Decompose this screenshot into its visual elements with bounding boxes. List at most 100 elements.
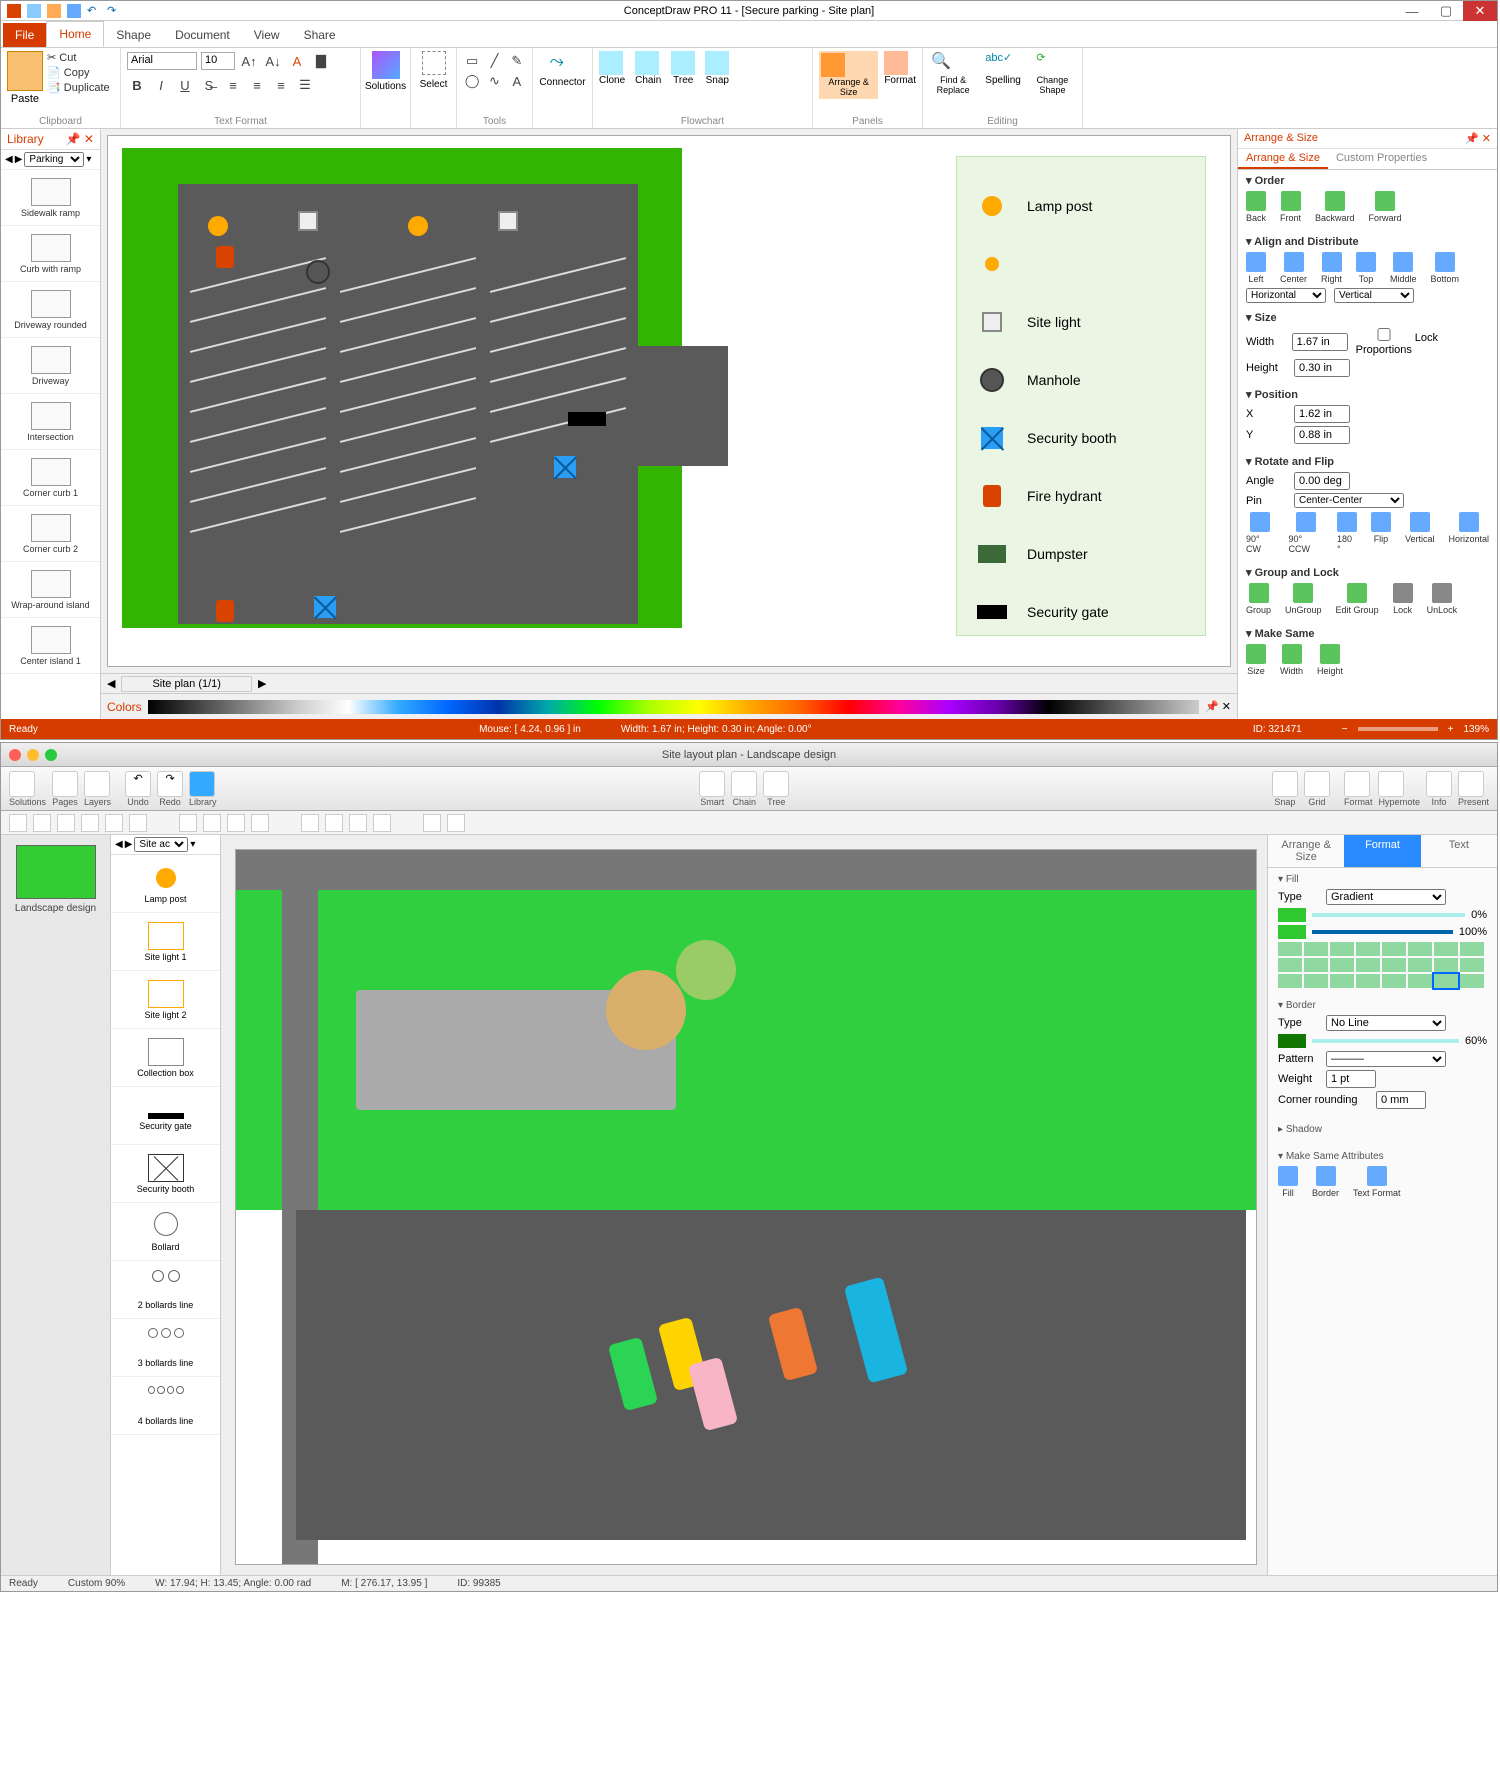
flip-vert-button[interactable]: Vertical (1405, 512, 1435, 554)
order-back-button[interactable]: Back (1246, 191, 1266, 223)
connector-tool[interactable] (179, 814, 197, 832)
same-width-button[interactable]: Width (1280, 644, 1303, 676)
solutions-button[interactable] (9, 771, 35, 797)
order-front-button[interactable]: Front (1280, 191, 1301, 223)
chain-button[interactable] (731, 771, 757, 797)
spelling-icon[interactable]: abc✓ (985, 51, 1009, 75)
font-size[interactable]: 10 (201, 52, 235, 70)
bullets-icon[interactable]: ☰ (295, 75, 315, 95)
mac-canvas[interactable] (221, 835, 1267, 1575)
info-button[interactable] (1426, 771, 1452, 797)
page-prev-icon[interactable]: ◀ (107, 677, 115, 690)
mac-library-selector[interactable]: Site ac... (134, 837, 188, 852)
select-icon[interactable] (422, 51, 446, 75)
italic-icon[interactable]: I (151, 75, 171, 95)
distribute-tool[interactable] (227, 814, 245, 832)
mac-close-icon[interactable] (9, 749, 21, 761)
align-middle-button[interactable]: Middle (1390, 252, 1417, 284)
font-select[interactable]: Arial (127, 52, 197, 70)
pencil-icon[interactable]: ✎ (508, 51, 526, 71)
align-bottom-button[interactable]: Bottom (1431, 252, 1460, 284)
tab-arrange-size[interactable]: Arrange & Size (1268, 835, 1344, 867)
mac-minimize-icon[interactable] (27, 749, 39, 761)
distribute-vert-select[interactable]: Vertical (1334, 288, 1414, 303)
rotate-180-button[interactable]: 180 ° (1337, 512, 1357, 554)
fit-tool[interactable] (349, 814, 367, 832)
lamp-post-obj[interactable] (208, 216, 228, 236)
align-top-button[interactable]: Top (1356, 252, 1376, 284)
change-shape-icon[interactable]: ⟳ (1029, 51, 1053, 75)
lib-next-icon[interactable]: ▶ (15, 154, 23, 165)
redo-icon[interactable]: ↷ (107, 4, 121, 18)
clone-icon[interactable] (599, 51, 623, 75)
zoom-in-tool[interactable] (325, 814, 343, 832)
panel-pin-icon[interactable]: 📌 ✕ (1465, 132, 1491, 145)
lib-site-light-1[interactable]: Site light 1 (111, 913, 220, 971)
grow-font-icon[interactable]: A↑ (239, 51, 259, 71)
new-icon[interactable] (27, 4, 41, 18)
tree-icon[interactable] (671, 51, 695, 75)
angle-input[interactable] (1294, 472, 1350, 490)
tree-button[interactable] (763, 771, 789, 797)
present-button[interactable] (1458, 771, 1484, 797)
align-center-button[interactable]: Center (1280, 252, 1307, 284)
fill-color-2[interactable] (1278, 925, 1306, 939)
arrange-size-icon[interactable] (821, 53, 845, 77)
highlight-icon[interactable]: ▇ (311, 51, 331, 71)
tab-view[interactable]: View (242, 23, 292, 47)
same-border-button[interactable]: Border (1312, 1166, 1339, 1198)
align-right-button[interactable]: Right (1321, 252, 1342, 284)
chain-icon[interactable] (635, 51, 659, 75)
gate-obj[interactable] (568, 412, 606, 426)
lock-button[interactable]: Lock (1393, 583, 1413, 615)
tab-file[interactable]: File (3, 23, 46, 47)
hypernote-button[interactable] (1378, 771, 1404, 797)
site-light-obj[interactable] (298, 211, 318, 231)
lib-item-corner-curb-1[interactable]: Corner curb 1 (1, 450, 100, 506)
lib-item-driveway-rounded[interactable]: Driveway rounded (1, 282, 100, 338)
pattern-select[interactable]: ——— (1326, 1051, 1446, 1067)
distribute-horiz-select[interactable]: Horizontal (1246, 288, 1326, 303)
curve-icon[interactable]: ∿ (485, 71, 503, 91)
order-backward-button[interactable]: Backward (1315, 191, 1355, 223)
fill-color-1[interactable] (1278, 908, 1306, 922)
same-text-button[interactable]: Text Format (1353, 1166, 1401, 1198)
lib-3-bollards[interactable]: 3 bollards line (111, 1319, 220, 1377)
library-button[interactable] (189, 771, 215, 797)
format-icon[interactable] (884, 51, 908, 75)
tab-shape[interactable]: Shape (104, 23, 163, 47)
copy-button[interactable]: 📄 Copy (47, 66, 110, 79)
same-size-button[interactable]: Size (1246, 644, 1266, 676)
order-forward-button[interactable]: Forward (1369, 191, 1402, 223)
group-tool[interactable] (251, 814, 269, 832)
site-light-obj[interactable] (498, 211, 518, 231)
border-type-select[interactable]: No Line (1326, 1015, 1446, 1031)
ellipse-icon[interactable]: ◯ (463, 71, 481, 91)
rotate-ccw-button[interactable]: 90° CCW (1289, 512, 1323, 554)
tab-text[interactable]: Text (1421, 835, 1497, 867)
lib-bollard[interactable]: Bollard (111, 1203, 220, 1261)
colors-pin-icon[interactable]: 📌 ✕ (1205, 700, 1231, 713)
pan-tool[interactable] (373, 814, 391, 832)
lib-item-curb-with-ramp[interactable]: Curb with ramp (1, 226, 100, 282)
manhole-obj[interactable] (306, 260, 330, 284)
ungroup-button[interactable]: UnGroup (1285, 583, 1322, 615)
weight-input[interactable] (1326, 1070, 1376, 1088)
page-thumbnail[interactable] (16, 845, 96, 899)
align-right-icon[interactable]: ≡ (271, 75, 291, 95)
rect-tool-icon[interactable]: ▭ (463, 51, 481, 71)
lib-item-intersection[interactable]: Intersection (1, 394, 100, 450)
redo-button[interactable]: ↷ (157, 771, 183, 797)
undo-button[interactable]: ↶ (125, 771, 151, 797)
flip-button[interactable]: Flip (1371, 512, 1391, 554)
snap-button[interactable] (1272, 771, 1298, 797)
lib-menu-icon[interactable]: ▾ (86, 154, 91, 165)
tab-document[interactable]: Document (163, 23, 242, 47)
lib-2-bollards[interactable]: 2 bollards line (111, 1261, 220, 1319)
refresh-tool[interactable] (423, 814, 441, 832)
smart-button[interactable] (699, 771, 725, 797)
curve-tool[interactable] (105, 814, 123, 832)
undo-icon[interactable]: ↶ (87, 4, 101, 18)
lib-item-center-island[interactable]: Center island 1 (1, 618, 100, 674)
zoom-in-icon[interactable]: + (1448, 724, 1454, 735)
